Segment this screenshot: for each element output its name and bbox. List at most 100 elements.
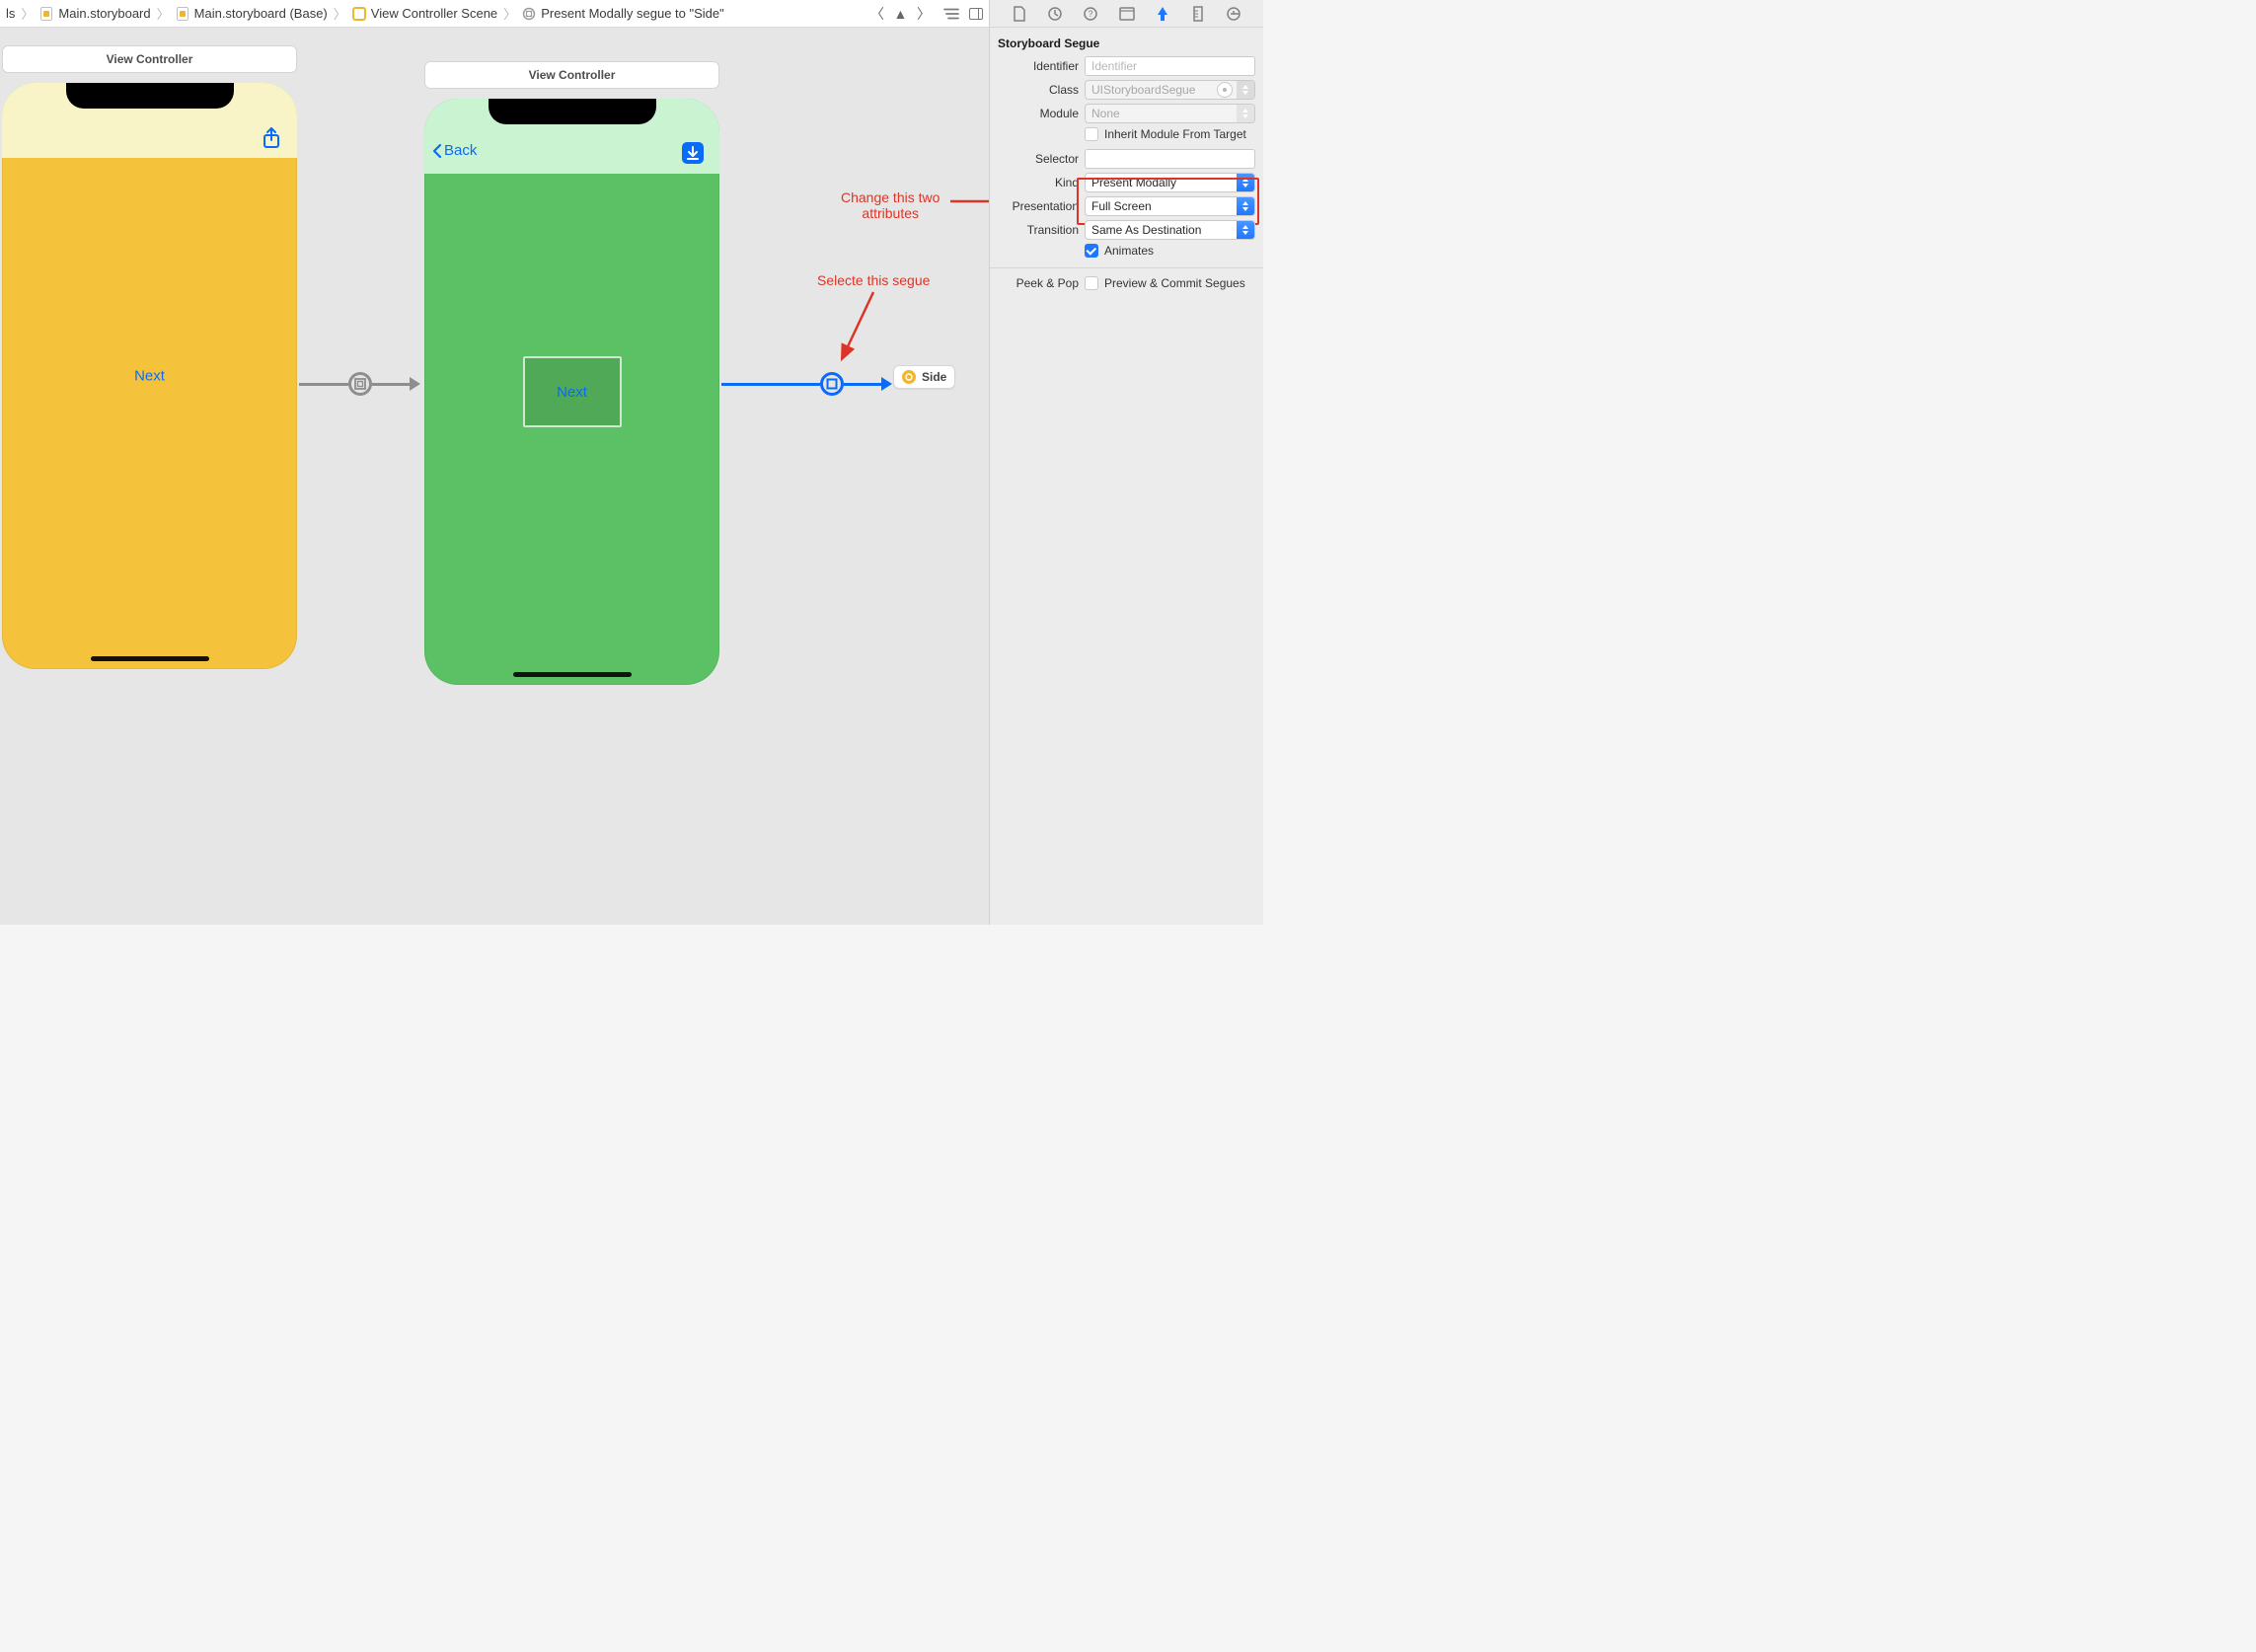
jumpbar-seg-3-label: View Controller Scene [371, 6, 497, 21]
container-view[interactable]: Next [523, 356, 622, 427]
file-inspector-tab[interactable] [1008, 4, 1031, 24]
device-preview-right[interactable]: Back Next [424, 99, 719, 685]
kind-select-value: Present Modally [1091, 176, 1176, 189]
chevron-right-icon: 〉 [334, 4, 346, 23]
kind-select[interactable]: Present Modally [1085, 173, 1255, 192]
annotation-line: Selecte this segue [817, 272, 930, 288]
nav-back-button[interactable]: 〈 [867, 6, 887, 22]
scene-icon [352, 7, 366, 21]
peek-pop-value-label: Preview & Commit Segues [1104, 276, 1245, 290]
selector-field[interactable] [1085, 149, 1255, 169]
storyboard-reference-side[interactable]: Side [893, 365, 955, 389]
attributes-inspector-tab[interactable] [1151, 4, 1174, 24]
chevron-right-icon: 〉 [503, 4, 516, 23]
modal-segue-icon [820, 372, 844, 396]
class-select[interactable]: UIStoryboardSegue [1085, 80, 1255, 100]
annotation-arrow-icon [948, 191, 989, 221]
history-inspector-tab[interactable] [1043, 4, 1067, 24]
annotation-change-attributes: Change this two attributes [841, 189, 940, 221]
identifier-label: Identifier [998, 59, 1079, 73]
inherit-module-label: Inherit Module From Target [1104, 127, 1246, 141]
modal-segue-icon [348, 372, 372, 396]
back-button[interactable]: Back [432, 142, 477, 159]
chevron-right-icon: 〉 [21, 4, 34, 23]
home-indicator [91, 656, 209, 661]
presentation-select[interactable]: Full Screen [1085, 196, 1255, 216]
stepper-icon [1237, 174, 1254, 191]
view-controller-right[interactable]: View Controller Back Next [424, 61, 719, 685]
segue-right-to-side[interactable] [721, 372, 892, 396]
class-indicator-icon [1217, 82, 1233, 98]
transition-label: Transition [998, 223, 1079, 237]
device-preview-left[interactable]: Next [2, 83, 297, 669]
download-icon[interactable] [682, 142, 704, 164]
jumpbar-seg-1-label: Main.storyboard [58, 6, 150, 21]
vc-left-header[interactable]: View Controller [2, 45, 297, 73]
segue-section: Storyboard Segue Identifier Class UIStor… [990, 28, 1263, 268]
jumpbar-seg-2-label: Main.storyboard (Base) [194, 6, 328, 21]
inspector-panel: ? Storyboard Segue Identifier Class UI [989, 0, 1263, 925]
view-controller-left[interactable]: View Controller Next [2, 45, 297, 669]
annotation-arrow-icon [836, 288, 885, 367]
selector-label: Selector [998, 152, 1079, 166]
chevron-left-icon [432, 143, 442, 159]
device-notch [489, 99, 656, 124]
presentation-select-value: Full Screen [1091, 199, 1152, 213]
reference-icon [902, 370, 916, 384]
inspector-tabs: ? [990, 0, 1263, 28]
segue-icon [522, 7, 536, 21]
transition-select[interactable]: Same As Destination [1085, 220, 1255, 240]
section-title: Storyboard Segue [990, 34, 1263, 54]
inherit-module-checkbox[interactable]: Inherit Module From Target [1085, 127, 1246, 141]
warning-icon[interactable]: ▲ [891, 6, 911, 22]
size-inspector-tab[interactable] [1186, 4, 1210, 24]
annotation-line: Change this two [841, 189, 940, 205]
split-editor-icon[interactable] [969, 8, 983, 20]
related-items-icon[interactable] [943, 8, 959, 20]
stepper-icon [1237, 197, 1254, 215]
module-select-value: None [1091, 107, 1120, 120]
storyboard-canvas[interactable]: View Controller Next View Controller [0, 28, 989, 925]
class-select-value: UIStoryboardSegue [1091, 83, 1195, 97]
jumpbar-seg-0-label: ls [6, 6, 15, 21]
jumpbar-seg-2[interactable]: Main.storyboard (Base) [176, 6, 328, 21]
annotation-select-segue: Selecte this segue [817, 272, 930, 288]
home-indicator [513, 672, 632, 677]
jumpbar-seg-4[interactable]: Present Modally segue to "Side" [522, 6, 724, 21]
identifier-field[interactable] [1085, 56, 1255, 76]
share-icon[interactable] [262, 126, 281, 153]
peek-pop-section: Peek & Pop Preview & Commit Segues [990, 268, 1263, 300]
kind-label: Kind [998, 176, 1079, 189]
connections-inspector-tab[interactable] [1222, 4, 1245, 24]
identity-inspector-tab[interactable] [1115, 4, 1139, 24]
presentation-label: Presentation [998, 199, 1079, 213]
peek-pop-checkbox[interactable]: Preview & Commit Segues [1085, 276, 1245, 290]
stepper-icon [1237, 221, 1254, 239]
jumpbar-seg-1[interactable]: Main.storyboard [39, 6, 150, 21]
vc-right-header[interactable]: View Controller [424, 61, 719, 89]
vc-left-title: View Controller [107, 52, 193, 66]
back-button-label: Back [444, 142, 477, 159]
animates-checkbox[interactable]: Animates [1085, 244, 1154, 258]
class-label: Class [998, 83, 1079, 97]
jumpbar-seg-4-label: Present Modally segue to "Side" [541, 6, 724, 21]
svg-text:?: ? [1089, 9, 1093, 19]
transition-select-value: Same As Destination [1091, 223, 1201, 237]
stepper-icon [1237, 81, 1254, 99]
nav-forward-button[interactable]: 〉 [914, 6, 934, 22]
module-select[interactable]: None [1085, 104, 1255, 123]
vc-right-title: View Controller [529, 68, 616, 82]
peek-pop-label: Peek & Pop [998, 276, 1079, 290]
animates-label: Animates [1104, 244, 1154, 258]
quick-help-inspector-tab[interactable]: ? [1079, 4, 1102, 24]
stepper-icon [1237, 105, 1254, 122]
jumpbar-seg-3[interactable]: View Controller Scene [352, 6, 497, 21]
device-notch [66, 83, 234, 109]
segue-left-to-right[interactable] [299, 372, 420, 396]
annotation-line: attributes [841, 205, 940, 221]
next-button-label: Next [557, 384, 587, 401]
next-button[interactable]: Next [134, 368, 165, 385]
storyboard-file-icon [176, 7, 189, 21]
storyboard-reference-label: Side [922, 370, 946, 384]
jumpbar-seg-0[interactable]: ls [6, 6, 15, 21]
